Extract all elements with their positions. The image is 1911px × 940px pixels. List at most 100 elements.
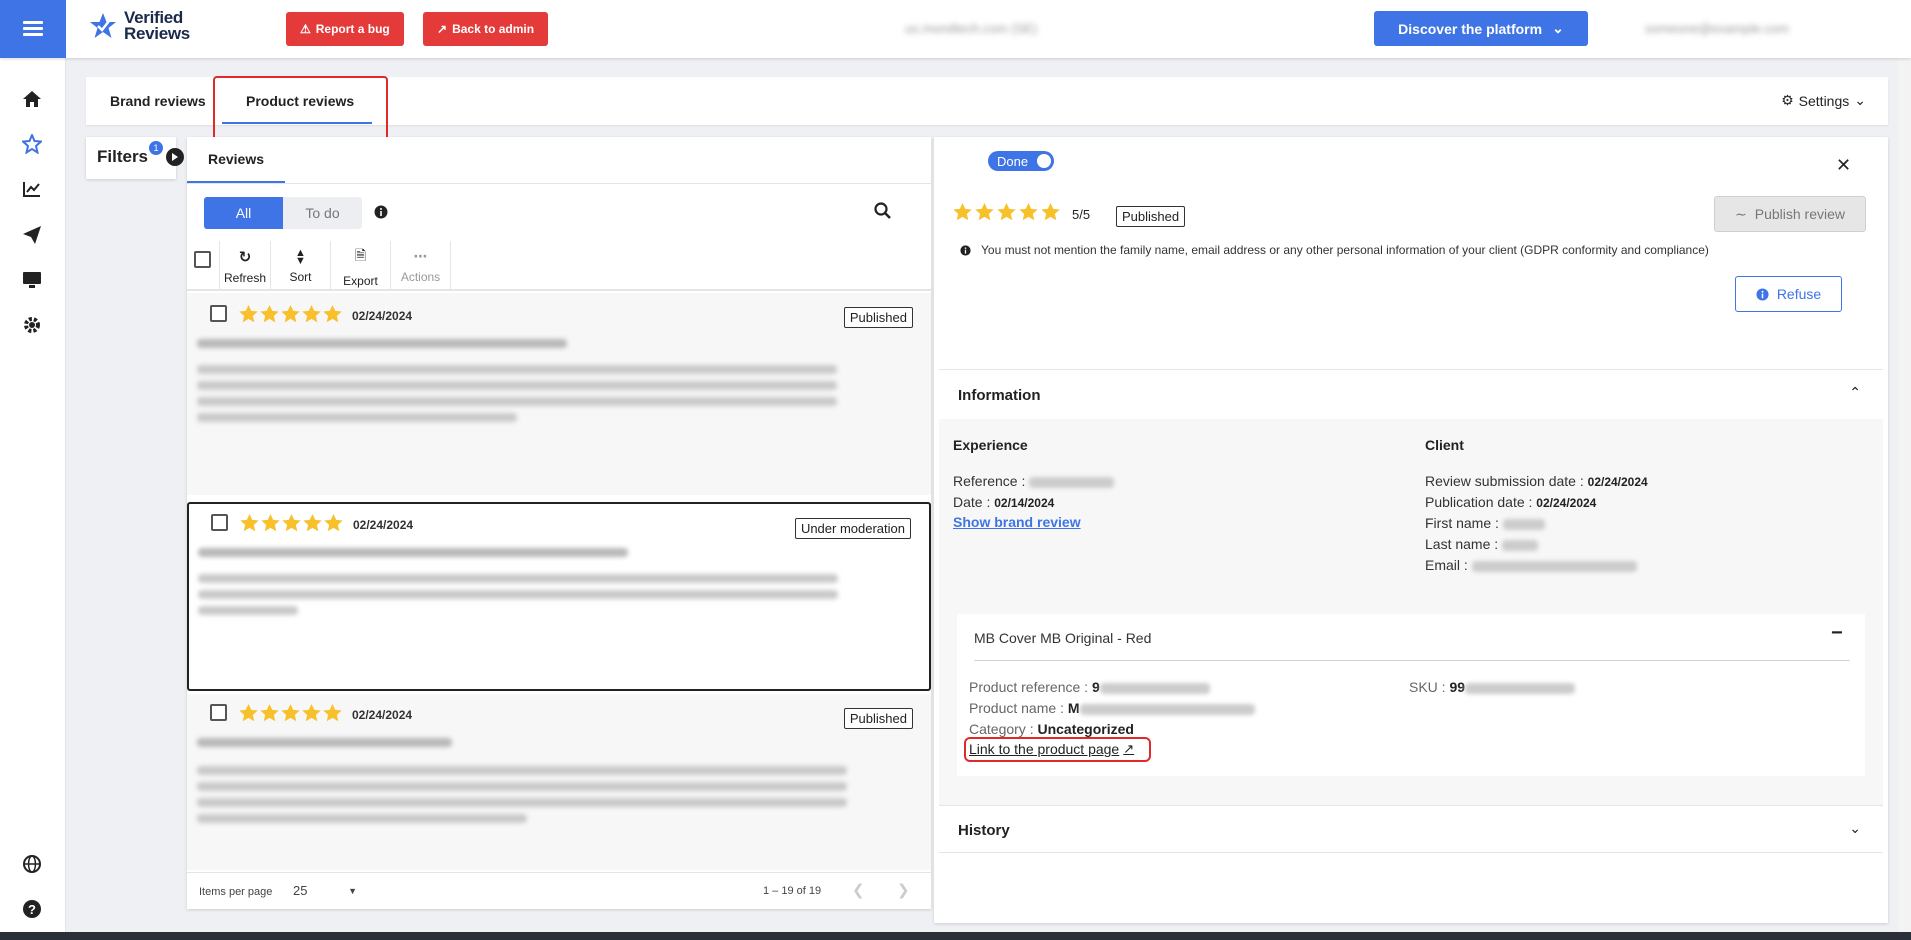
gdpr-notice: You must not mention the family name, em…	[960, 243, 1709, 257]
done-toggle-label: Done	[997, 153, 1029, 169]
domain-selector[interactable]: us.mondtech.com (SE)	[905, 21, 1037, 36]
blurred-review-text	[197, 814, 527, 823]
report-bug-button[interactable]: ⚠ Report a bug	[286, 12, 404, 46]
home-icon[interactable]	[21, 88, 43, 110]
chart-icon[interactable]	[21, 178, 43, 200]
information-section-header[interactable]: Information ⌃	[939, 369, 1883, 419]
done-toggle[interactable]: Done	[988, 151, 1054, 171]
items-per-page-value: 25	[293, 883, 308, 898]
star-icon	[302, 704, 321, 722]
blurred-review-text	[197, 766, 847, 775]
pagination-range: 1 – 19 of 19	[763, 885, 822, 897]
experience-title: Experience	[953, 437, 1028, 453]
review-card[interactable]: 02/24/2024 Published	[187, 694, 931, 870]
submission-date-value: 02/24/2024	[1587, 475, 1648, 489]
pagination-footer: Items per page 25 ▼ 1 – 19 of 19 ❮ ❯	[187, 872, 931, 909]
star-icon	[260, 704, 279, 722]
divider	[974, 660, 1850, 661]
blurred-review-text	[197, 381, 837, 390]
filter-all-button[interactable]: All	[204, 197, 283, 229]
star-icon[interactable]	[21, 133, 43, 155]
sidebar: ?	[0, 58, 66, 940]
tab-reviews[interactable]: Reviews	[187, 137, 285, 183]
close-icon[interactable]: ✕	[1836, 155, 1851, 176]
blurred-product-title	[197, 339, 567, 348]
publish-review-button[interactable]: ∼ Publish review	[1714, 196, 1866, 232]
blurred-reference	[1029, 476, 1115, 488]
chevron-down-icon: ⌄	[1854, 92, 1866, 108]
history-section-header[interactable]: History ⌄	[939, 805, 1883, 853]
menu-button[interactable]	[0, 0, 66, 58]
date-label: Date :	[953, 494, 991, 510]
divider	[187, 183, 931, 184]
rating-stars	[239, 305, 342, 323]
review-date: 02/24/2024	[352, 309, 413, 323]
product-reference-value: 9	[1091, 679, 1100, 695]
filter-todo-button[interactable]: To do	[283, 197, 362, 229]
items-per-page-select[interactable]: 25 ▼	[293, 883, 357, 898]
logo-star-icon	[90, 13, 116, 38]
paper-plane-icon[interactable]	[21, 224, 43, 246]
next-page-icon[interactable]: ❯	[897, 881, 910, 899]
scrollbar[interactable]	[1898, 10, 1911, 932]
settings-label: Settings	[1798, 92, 1850, 109]
info-icon	[1756, 287, 1769, 301]
monitor-icon[interactable]	[21, 269, 43, 291]
blurred-review-text	[197, 782, 847, 791]
star-icon	[302, 305, 321, 323]
filters-panel[interactable]: Filters 1	[86, 137, 176, 179]
globe-icon[interactable]	[21, 853, 43, 875]
star-icon	[975, 203, 994, 221]
show-brand-review-link[interactable]: Show brand review	[953, 514, 1081, 530]
toggle-knob	[1037, 154, 1051, 168]
information-title: Information	[958, 387, 1041, 404]
user-menu[interactable]: someone@example.com	[1645, 21, 1789, 36]
first-name-label: First name :	[1425, 515, 1499, 531]
back-to-admin-button[interactable]: ↗ Back to admin	[423, 12, 549, 46]
refuse-button[interactable]: Refuse	[1735, 276, 1842, 312]
review-checkbox[interactable]	[210, 305, 227, 325]
export-button[interactable]: 🗎 Export	[331, 241, 391, 291]
hamburger-icon	[23, 21, 43, 37]
discover-platform-button[interactable]: Discover the platform ⌄	[1374, 11, 1588, 46]
review-checkbox[interactable]	[211, 514, 228, 534]
product-name: Product name : M	[969, 700, 1255, 716]
caret-down-icon: ▼	[348, 886, 357, 896]
gear-icon[interactable]	[21, 314, 43, 336]
sort-button[interactable]: ▲ ▼ Sort	[271, 241, 331, 291]
category-label: Category :	[969, 721, 1034, 737]
sku-label: SKU :	[1409, 679, 1446, 695]
info-icon[interactable]	[374, 205, 388, 222]
actions-button[interactable]: ⋯ Actions	[391, 241, 451, 291]
refresh-button[interactable]: ↻ Refresh	[219, 241, 271, 291]
select-all-checkbox[interactable]	[194, 251, 211, 271]
expand-filters-icon[interactable]	[166, 148, 184, 166]
blurred-sku	[1465, 682, 1576, 694]
settings-menu[interactable]: ⚙ Settings ⌄	[1781, 92, 1866, 109]
top-bar: Verified Reviews ⚠ Report a bug ↗ Back t…	[0, 0, 1911, 58]
logo[interactable]: Verified Reviews	[88, 9, 190, 42]
report-bug-label: Report a bug	[315, 22, 390, 36]
product-name-value: M	[1067, 700, 1080, 716]
client-first-name: First name :	[1425, 515, 1545, 531]
refresh-label: Refresh	[223, 270, 267, 285]
review-checkbox[interactable]	[210, 704, 227, 724]
alert-icon: ⚠	[300, 22, 311, 36]
star-icon	[239, 305, 258, 323]
submission-date-label: Review submission date :	[1425, 473, 1584, 489]
star-icon	[997, 203, 1016, 221]
collapse-icon[interactable]: −	[1831, 622, 1843, 645]
search-icon[interactable]	[874, 202, 891, 222]
help-icon[interactable]: ?	[21, 898, 43, 920]
review-date: 02/24/2024	[353, 518, 414, 532]
blurred-review-text	[197, 397, 837, 406]
tab-brand-reviews[interactable]: Brand reviews	[110, 77, 206, 125]
review-card[interactable]: 02/24/2024 Published	[187, 293, 931, 495]
star-icon	[260, 305, 279, 323]
status-badge: Published	[843, 708, 913, 729]
previous-page-icon[interactable]: ❮	[852, 881, 865, 899]
star-icon	[303, 514, 322, 532]
review-card-selected[interactable]: 02/24/2024 Under moderation	[187, 502, 931, 691]
blurred-product-reference	[1099, 682, 1210, 694]
filters-label: Filters	[97, 147, 149, 166]
